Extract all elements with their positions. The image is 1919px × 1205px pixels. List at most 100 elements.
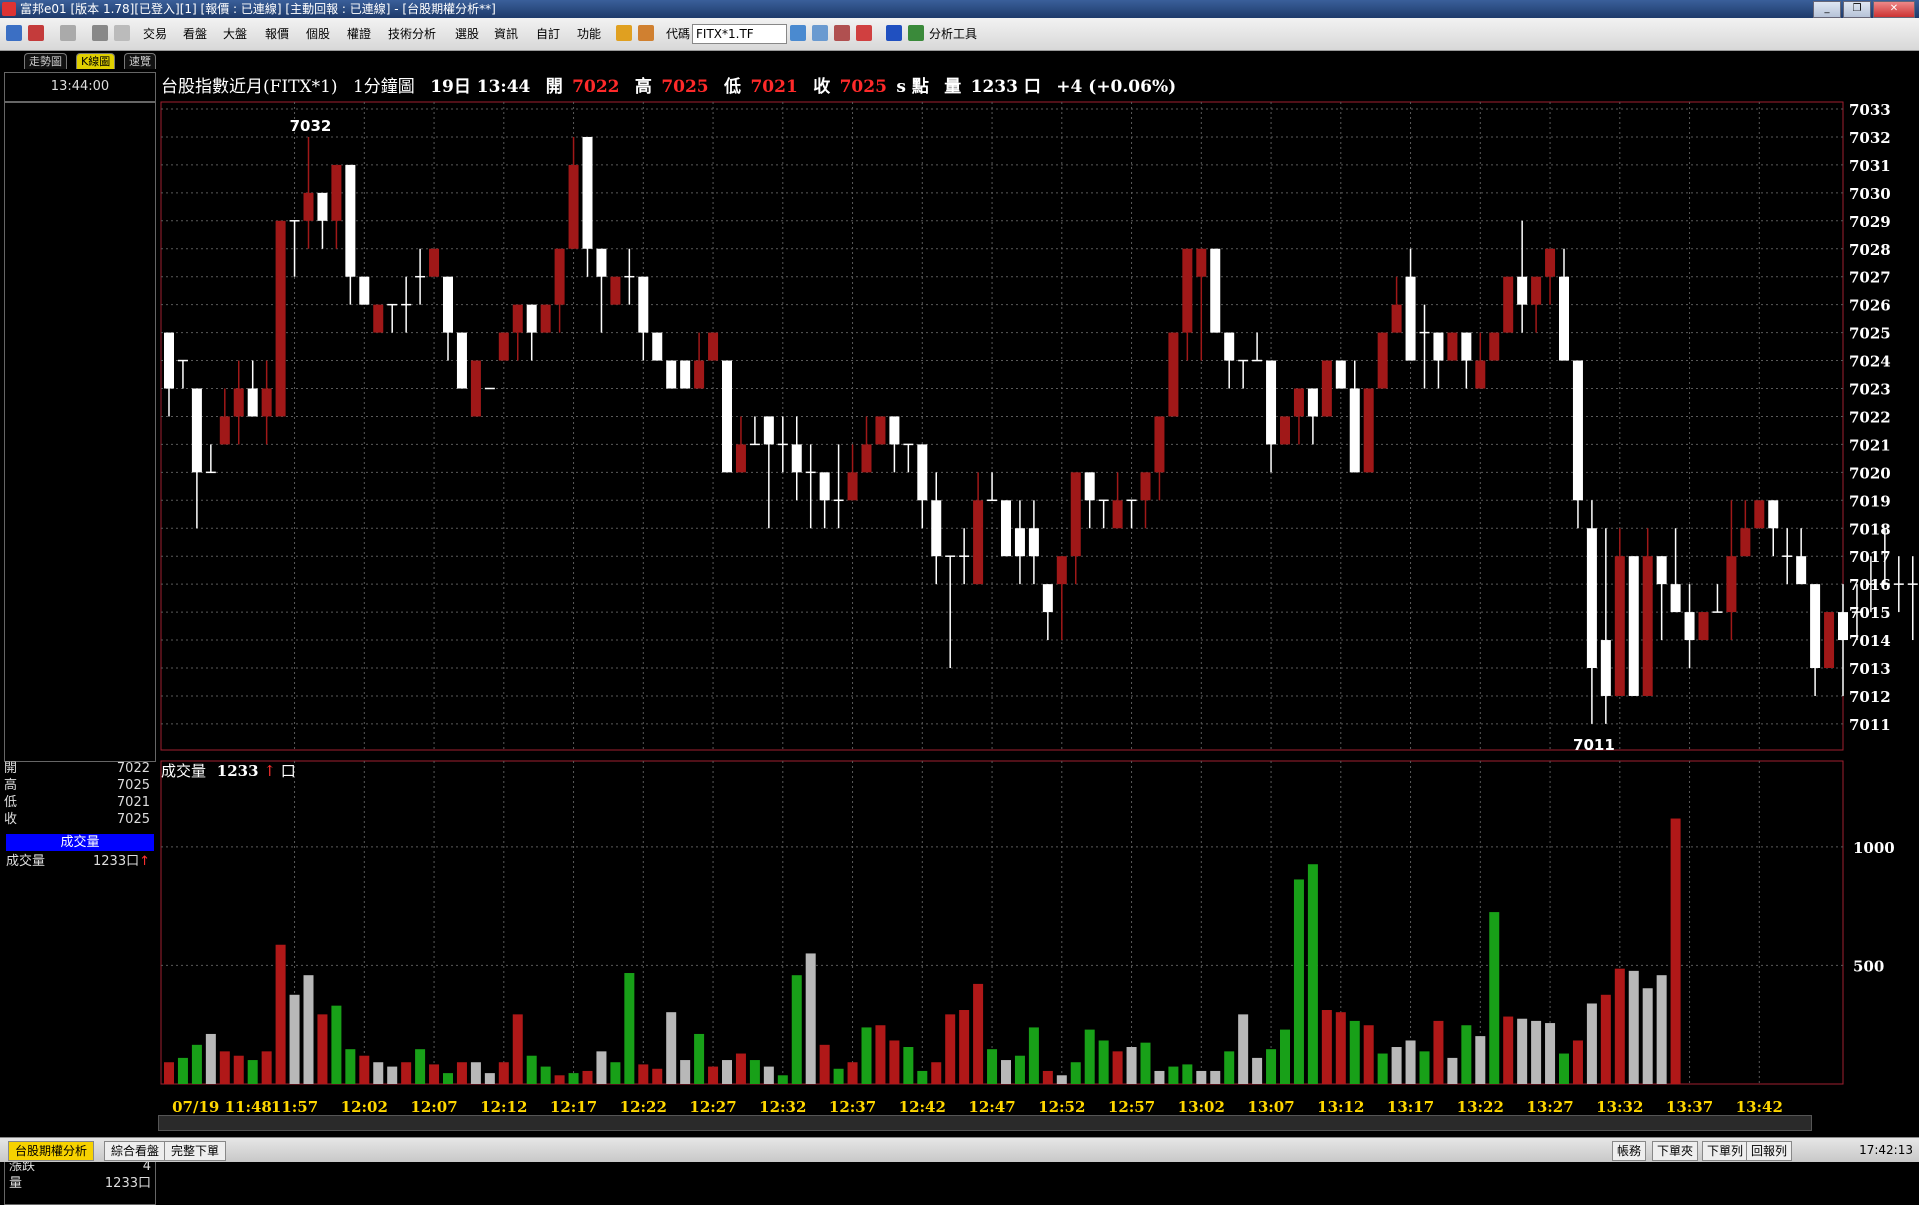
candle-body bbox=[568, 164, 579, 249]
volume-bar bbox=[164, 1062, 174, 1084]
price-tick-label: 7025 bbox=[1849, 325, 1891, 343]
candle-body bbox=[1782, 555, 1793, 557]
horizontal-scrollbar[interactable] bbox=[158, 1115, 1812, 1131]
candle-body bbox=[1810, 584, 1821, 668]
candle-body bbox=[1838, 612, 1848, 641]
volume-bar bbox=[247, 1060, 258, 1084]
volume-header: 成交量 1233 ↑ 口 bbox=[161, 762, 296, 780]
volume-bar bbox=[945, 1014, 956, 1084]
candle-body bbox=[429, 248, 440, 277]
volume-bar bbox=[1517, 1018, 1528, 1084]
candle-body bbox=[652, 332, 663, 361]
candle-body bbox=[1419, 331, 1430, 334]
volume-bar bbox=[484, 1073, 495, 1084]
volume-bar bbox=[777, 1075, 788, 1084]
price-tick-label: 7023 bbox=[1849, 381, 1891, 399]
candle-body bbox=[1238, 359, 1249, 362]
candle-body bbox=[526, 304, 537, 333]
volume-bar bbox=[791, 975, 802, 1084]
price-tick-label: 7032 bbox=[1849, 129, 1891, 147]
status-tab-overview[interactable]: 綜合看盤 bbox=[104, 1141, 167, 1161]
accounts-button[interactable]: 帳務 bbox=[1612, 1141, 1647, 1161]
volume-bar bbox=[1559, 1053, 1569, 1084]
instrument-name: 台股指數近月(FITX*1) bbox=[161, 77, 338, 97]
status-tab-options[interactable]: 台股期權分析 bbox=[8, 1141, 95, 1161]
candle-body bbox=[303, 192, 314, 221]
candle-body bbox=[1168, 332, 1179, 417]
candle-body bbox=[666, 360, 677, 389]
time-tick-label: 12:27 bbox=[689, 1098, 736, 1116]
volume-bar bbox=[861, 1027, 872, 1084]
candle-body bbox=[1154, 416, 1165, 473]
volume-bar bbox=[1266, 1049, 1277, 1084]
chart-datetime: 19日 13:44 bbox=[430, 77, 530, 97]
price-tick-label: 7021 bbox=[1849, 436, 1891, 454]
volume-bar bbox=[1670, 818, 1681, 1084]
price-tick-label: 7018 bbox=[1849, 520, 1891, 538]
candle-body bbox=[345, 164, 356, 277]
volume-bar bbox=[1447, 1057, 1458, 1084]
volume-bar bbox=[233, 1055, 244, 1084]
candle-body bbox=[177, 359, 188, 362]
candle-body bbox=[1893, 583, 1904, 585]
candle-body bbox=[1656, 556, 1667, 585]
candle-body bbox=[512, 304, 523, 333]
volume-bar bbox=[973, 983, 984, 1084]
volume-bar bbox=[722, 1060, 732, 1084]
candle-body bbox=[1070, 472, 1081, 557]
candle-body bbox=[1517, 276, 1528, 305]
volume-tick-label: 1000 bbox=[1853, 839, 1895, 857]
candle-body bbox=[1126, 499, 1137, 502]
volume-bar bbox=[1391, 1047, 1402, 1084]
candle-body bbox=[973, 500, 984, 585]
volume-bar bbox=[1210, 1070, 1221, 1084]
volume-bar bbox=[261, 1051, 272, 1084]
volume-bar bbox=[1042, 1070, 1053, 1084]
time-tick-label: 07/19 11:48 bbox=[172, 1098, 272, 1116]
order-bar-button[interactable]: 下單列 bbox=[1702, 1141, 1749, 1161]
candle-body bbox=[1559, 276, 1569, 361]
candle-body bbox=[1531, 276, 1542, 305]
volume-bar bbox=[805, 953, 816, 1084]
candle-body bbox=[763, 416, 774, 445]
header-low: 7021 bbox=[750, 77, 797, 97]
candle-body bbox=[708, 332, 719, 361]
volume-bar bbox=[1168, 1066, 1179, 1084]
candle-body bbox=[387, 303, 398, 306]
candle-body bbox=[945, 555, 956, 557]
price-tick-label: 7020 bbox=[1849, 464, 1891, 482]
volume-bar bbox=[1600, 994, 1611, 1084]
volume-bar bbox=[1098, 1040, 1109, 1084]
status-tab-order[interactable]: 完整下單 bbox=[164, 1141, 227, 1161]
volume-bar bbox=[177, 1057, 188, 1084]
candle-body bbox=[470, 360, 481, 417]
candle-body bbox=[1363, 388, 1374, 473]
volume-bar bbox=[331, 1005, 342, 1084]
volume-bar bbox=[1307, 864, 1318, 1084]
candle-body bbox=[1182, 248, 1193, 333]
volume-bar bbox=[1280, 1029, 1290, 1084]
volume-bar bbox=[289, 994, 300, 1084]
volume-bar bbox=[443, 1073, 453, 1084]
time-tick-label: 12:12 bbox=[480, 1098, 527, 1116]
candle-body bbox=[1210, 248, 1221, 333]
candle-body bbox=[359, 276, 370, 305]
volume-bar bbox=[1628, 970, 1639, 1084]
candle-body bbox=[1461, 332, 1472, 361]
order-folder-button[interactable]: 下單夾 bbox=[1652, 1141, 1699, 1161]
volume-bar bbox=[1126, 1047, 1137, 1084]
candle-body bbox=[1001, 500, 1011, 557]
report-bar-button[interactable]: 回報列 bbox=[1746, 1141, 1793, 1161]
volume-bar bbox=[1531, 1020, 1542, 1084]
volume-bar bbox=[1196, 1070, 1207, 1084]
price-tick-label: 7030 bbox=[1849, 185, 1891, 203]
candle-body bbox=[987, 499, 998, 502]
volume-bar bbox=[359, 1055, 370, 1084]
candle-body bbox=[931, 500, 942, 557]
candle-body bbox=[791, 444, 802, 473]
chart-period: 1分鐘圖 bbox=[353, 77, 415, 97]
time-tick-label: 12:32 bbox=[759, 1098, 806, 1116]
kline-chart[interactable]: 7011 7012 7013 7014 7015 7016 7017 7018 7019 7020… bbox=[0, 0, 1919, 1161]
volume-bar bbox=[1335, 1012, 1346, 1084]
candle-body bbox=[484, 387, 495, 390]
